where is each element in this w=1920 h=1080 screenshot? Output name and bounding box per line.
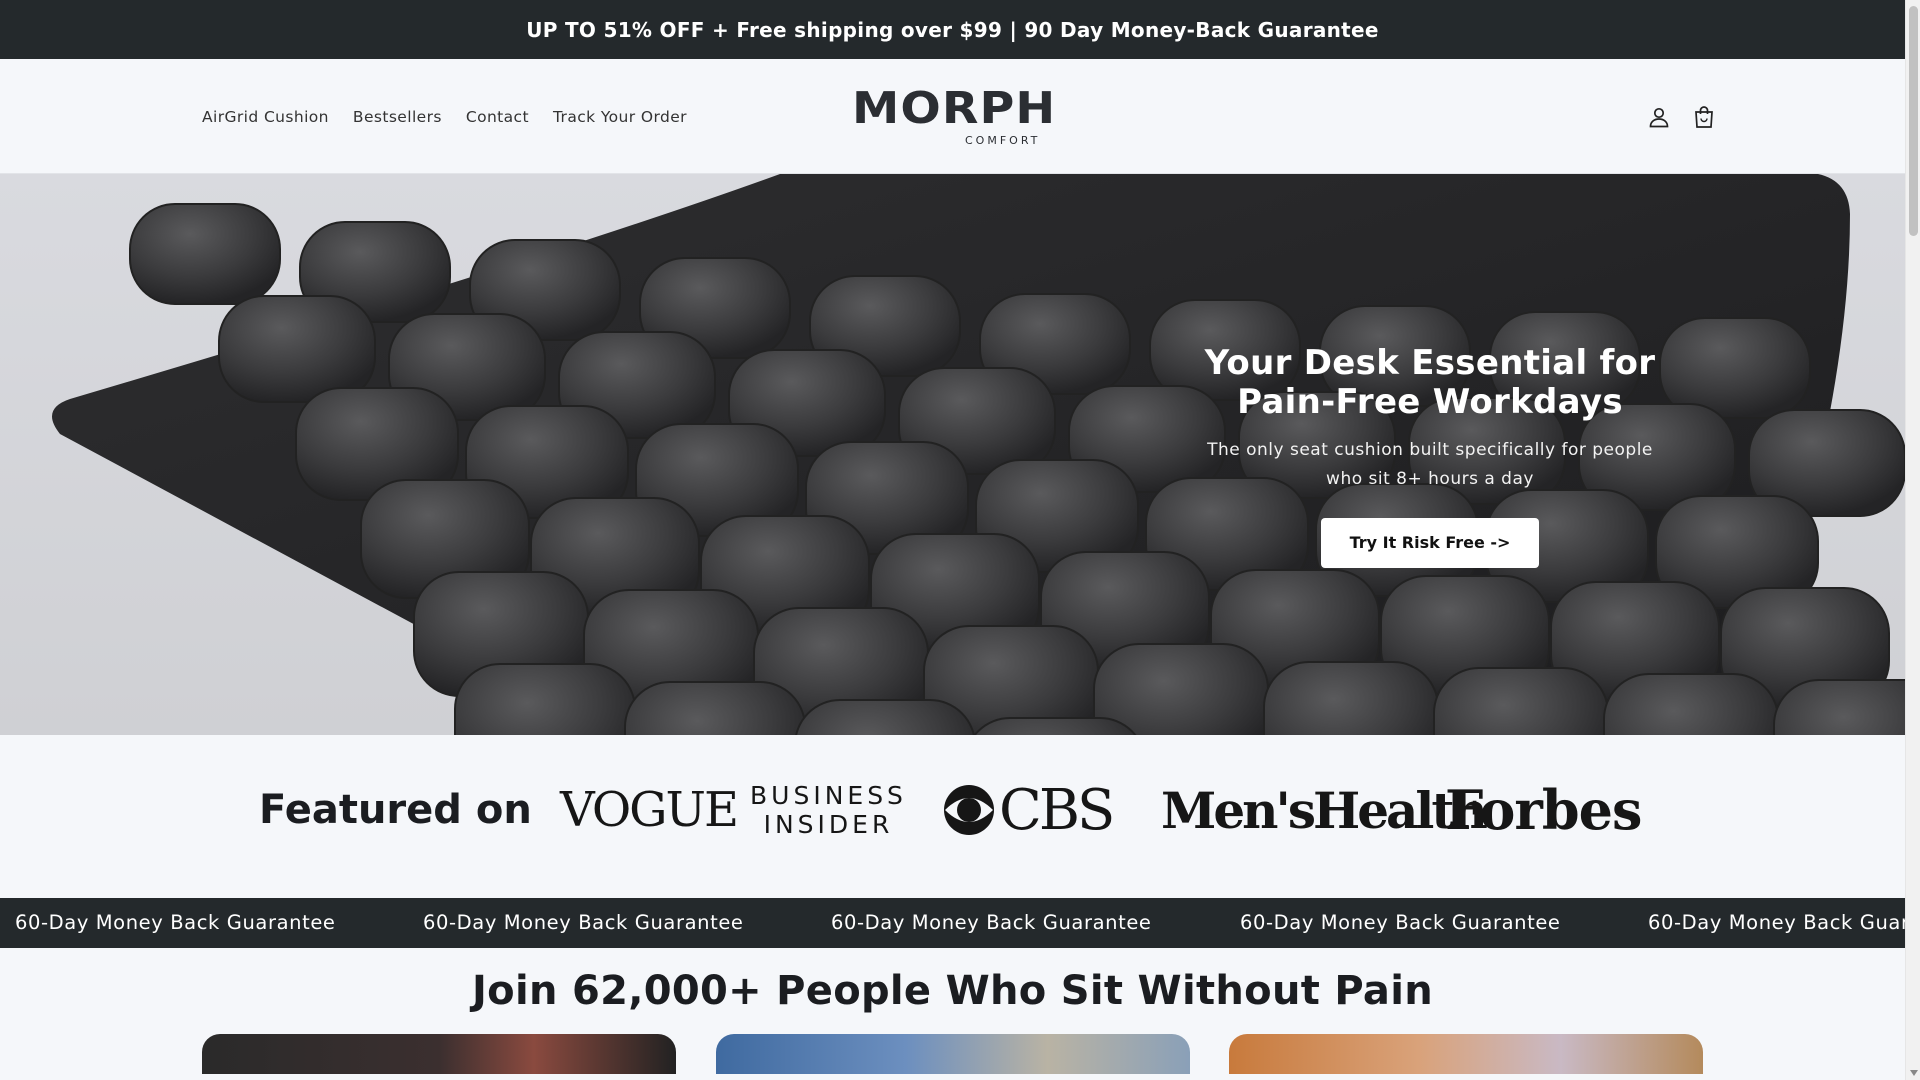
nav-airgrid-cushion[interactable]: AirGrid Cushion [202, 108, 329, 126]
marquee-item: 60-Day Money Back Guarantee [1648, 911, 1905, 934]
business-insider-logo: BUSINESS INSIDER [750, 775, 907, 845]
cushion-cell [795, 699, 975, 735]
site-logo[interactable]: MORPH COMFORT [852, 87, 1055, 149]
cushion-cell [218, 295, 376, 403]
featured-label: Featured on [259, 787, 532, 833]
marquee-item: 60-Day Money Back Guarantee [1240, 911, 1561, 934]
hero-title: Your Desk Essential for Pain-Free Workda… [1204, 343, 1656, 422]
review-card[interactable] [202, 1034, 676, 1074]
guarantee-marquee: 60-Day Money Back Guarantee 60-Day Money… [0, 898, 1905, 948]
cart-icon[interactable] [1693, 105, 1715, 129]
cushion-cell [624, 681, 806, 735]
review-card[interactable] [1229, 1034, 1703, 1074]
cushion-cell [1773, 679, 1905, 735]
page: UP TO 51% OFF + Free shipping over $99 |… [0, 0, 1905, 1080]
join-title: Join 62,000+ People Who Sit Without Pain [471, 968, 1434, 1014]
vogue-logo: VOGUE [560, 782, 739, 838]
cushion-cell [1433, 667, 1609, 735]
mens-health-logo: Men'sHealth [1161, 780, 1488, 840]
forbes-logo: Forbes [1445, 778, 1642, 842]
nav-track-order[interactable]: Track Your Order [553, 108, 687, 126]
logo-word: MORPH [852, 83, 1057, 134]
social-proof-section: Join 62,000+ People Who Sit Without Pain [0, 948, 1905, 1080]
cushion-cell [973, 717, 1137, 735]
page-scrollbar[interactable] [1905, 0, 1920, 1080]
announcement-text: UP TO 51% OFF + Free shipping over $99 |… [526, 17, 1379, 42]
nav-bestsellers[interactable]: Bestsellers [353, 108, 442, 126]
cushion-cell [1263, 661, 1439, 735]
business-insider-line2: INSIDER [763, 810, 894, 839]
header-icons [1647, 59, 1715, 174]
business-insider-line1: BUSINESS [750, 781, 907, 810]
scroll-down-arrow-icon[interactable] [1910, 1070, 1918, 1076]
marquee-item: 60-Day Money Back Guarantee [831, 911, 1152, 934]
marquee-item: 60-Day Money Back Guarantee [423, 911, 744, 934]
try-risk-free-button[interactable]: Try It Risk Free -> [1321, 518, 1539, 568]
cushion-cell [1603, 673, 1779, 735]
featured-on-section: Featured on VOGUE BUSINESS INSIDER CBS M… [0, 735, 1905, 898]
nav-contact[interactable]: Contact [466, 108, 529, 126]
account-icon[interactable] [1647, 105, 1671, 129]
cushion-cell [1093, 643, 1269, 735]
hero-content: Your Desk Essential for Pain-Free Workda… [1188, 344, 1672, 568]
cushion-cell [454, 663, 636, 735]
cbs-wordmark: CBS [999, 777, 1115, 843]
logo-subtitle: COMFORT [965, 134, 1041, 147]
announcement-bar: UP TO 51% OFF + Free shipping over $99 |… [0, 0, 1905, 59]
cbs-logo: CBS [943, 775, 1115, 845]
main-nav: AirGrid Cushion Bestsellers Contact Trac… [202, 59, 687, 174]
review-card[interactable] [716, 1034, 1190, 1074]
hero-subtitle: The only seat cushion built specifically… [1207, 440, 1653, 489]
cushion-cell [129, 203, 281, 305]
hero-banner: Your Desk Essential for Pain-Free Workda… [0, 174, 1905, 735]
cbs-eye-icon [944, 785, 994, 835]
scrollbar-thumb[interactable] [1909, 6, 1918, 236]
site-header: AirGrid Cushion Bestsellers Contact Trac… [0, 59, 1905, 174]
marquee-item: 60-Day Money Back Guarantee [15, 911, 336, 934]
